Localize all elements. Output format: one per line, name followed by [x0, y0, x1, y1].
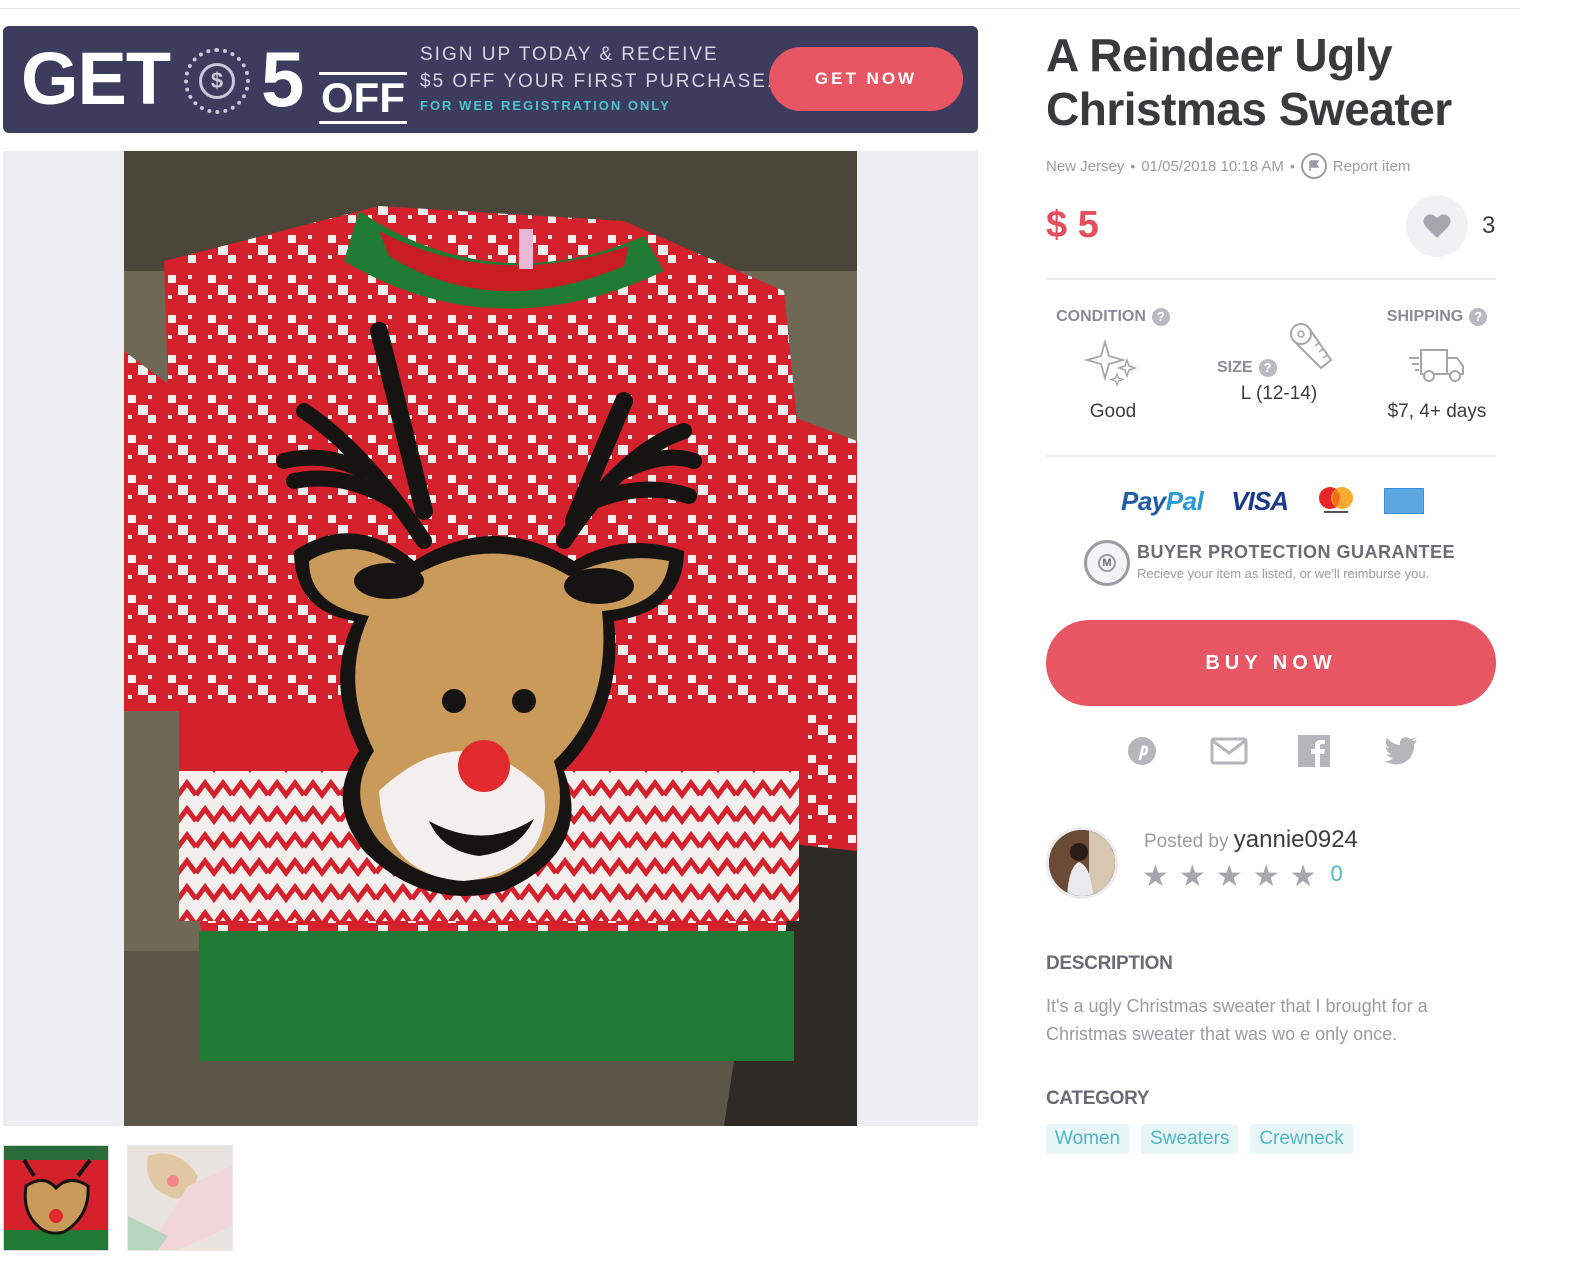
get-now-button[interactable]: GET NOW — [769, 47, 963, 111]
category-tags: Women Sweaters Crewneck — [1046, 1124, 1353, 1154]
report-item-link[interactable]: Report item — [1333, 158, 1411, 175]
promo-line-3: FOR WEB REGISTRATION ONLY — [420, 98, 671, 113]
mail-icon[interactable] — [1209, 734, 1249, 768]
top-divider — [0, 8, 1520, 9]
visa-logo: VISA — [1231, 485, 1289, 516]
twitter-icon[interactable] — [1382, 734, 1420, 768]
listing-date: 01/05/2018 10:18 AM — [1141, 157, 1284, 175]
star-icon: ★ — [1252, 860, 1280, 893]
buy-now-button[interactable]: BUY NOW — [1046, 620, 1496, 706]
measuring-tape-icon — [1290, 323, 1333, 370]
size-value: L (12-14) — [1240, 383, 1318, 404]
seller-username[interactable]: yannie0924 — [1234, 826, 1358, 853]
condition-label: CONDITION — [1056, 308, 1146, 325]
listing-price: $ 5 — [1046, 204, 1099, 246]
size-attribute: SIZE ? L (12-14) — [1204, 308, 1354, 405]
star-icon: ★ — [1289, 860, 1317, 893]
amex-logo — [1383, 488, 1424, 514]
shipping-label: SHIPPING — [1386, 308, 1464, 325]
divider — [1046, 278, 1496, 280]
mastercard-logo — [1316, 486, 1356, 516]
help-icon[interactable]: ? — [1469, 308, 1488, 326]
product-image-viewer[interactable] — [3, 151, 978, 1126]
guarantee-badge-letter: M — [1098, 554, 1116, 572]
description-heading: DESCRIPTION — [1046, 953, 1173, 974]
help-icon[interactable]: ? — [1151, 308, 1170, 326]
listing-meta: New Jersey • 01/05/2018 10:18 AM • Repor… — [1046, 153, 1410, 179]
size-label: SIZE — [1216, 359, 1253, 376]
help-icon[interactable]: ? — [1258, 359, 1277, 377]
facebook-icon[interactable] — [1297, 734, 1331, 768]
condition-attribute: CONDITION ? Good — [1038, 308, 1188, 423]
shipping-value: $7, 4+ days — [1387, 401, 1487, 422]
star-icon: ★ — [1142, 860, 1169, 893]
like-button[interactable] — [1406, 195, 1468, 257]
promo-banner[interactable]: GET $ 5 OFF SIGN UP TODAY & RECEIVE $5 O… — [3, 26, 978, 133]
meta-separator: • — [1289, 158, 1295, 174]
condition-value: Good — [1089, 401, 1137, 422]
seller-rating: ★ ★ ★ ★ ★ 0 — [1142, 860, 1343, 893]
payment-methods: PayPal VISA — [1121, 484, 1441, 518]
promo-off-text: OFF — [319, 72, 407, 124]
thumbnail-2-image — [128, 1146, 232, 1250]
meta-separator: • — [1130, 158, 1136, 174]
dollar-sign: $ — [199, 63, 235, 99]
dollar-coin-icon: $ — [184, 48, 250, 114]
category-tag-women[interactable]: Women — [1046, 1124, 1130, 1154]
thumbnail-1[interactable] — [3, 1145, 109, 1251]
posted-by-label: Posted by — [1144, 831, 1229, 852]
guarantee-badge-icon: M — [1084, 540, 1130, 586]
shipping-attribute: SHIPPING ? $7, 4+ days — [1362, 308, 1512, 423]
guarantee-title: BUYER PROTECTION GUARANTEE — [1137, 542, 1456, 562]
paypal-logo: PayPal — [1121, 485, 1204, 516]
category-tag-sweaters[interactable]: Sweaters — [1141, 1124, 1239, 1154]
posted-by: Posted by yannie0924 — [1144, 826, 1358, 854]
like-count: 3 — [1482, 212, 1496, 239]
sweater-photo-illustration — [124, 151, 857, 1126]
promo-get-text: GET — [21, 37, 171, 120]
star-icon: ★ — [1215, 860, 1243, 893]
guarantee-subtitle: Recieve your item as listed, or we'll re… — [1137, 566, 1430, 581]
rating-count[interactable]: 0 — [1331, 861, 1343, 887]
listing-location: New Jersey — [1046, 157, 1125, 175]
flag-icon[interactable] — [1300, 153, 1327, 179]
listing-title: A Reindeer Ugly Christmas Sweater — [1046, 29, 1452, 135]
description-text: It's a ugly Christmas sweater that I bro… — [1046, 996, 1428, 1044]
avatar[interactable] — [1046, 827, 1118, 899]
category-heading: CATEGORY — [1046, 1088, 1150, 1109]
truck-icon — [1409, 349, 1464, 382]
star-icon: ★ — [1178, 860, 1206, 893]
promo-line-1: SIGN UP TODAY & RECEIVE — [420, 44, 719, 65]
thumbnail-1-image — [4, 1146, 108, 1250]
heart-icon — [1423, 214, 1451, 238]
thumbnail-2[interactable] — [127, 1145, 233, 1251]
promo-line-2: $5 OFF YOUR FIRST PURCHASE. — [420, 71, 775, 92]
buyer-protection: M BUYER PROTECTION GUARANTEE Recieve you… — [1084, 540, 1484, 588]
category-tag-crewneck[interactable]: Crewneck — [1250, 1124, 1353, 1154]
divider — [1046, 455, 1496, 457]
pinterest-icon[interactable] — [1125, 734, 1159, 768]
sparkles-icon — [1083, 338, 1138, 387]
promo-amount: 5 — [261, 35, 305, 123]
product-photo[interactable] — [124, 151, 857, 1126]
